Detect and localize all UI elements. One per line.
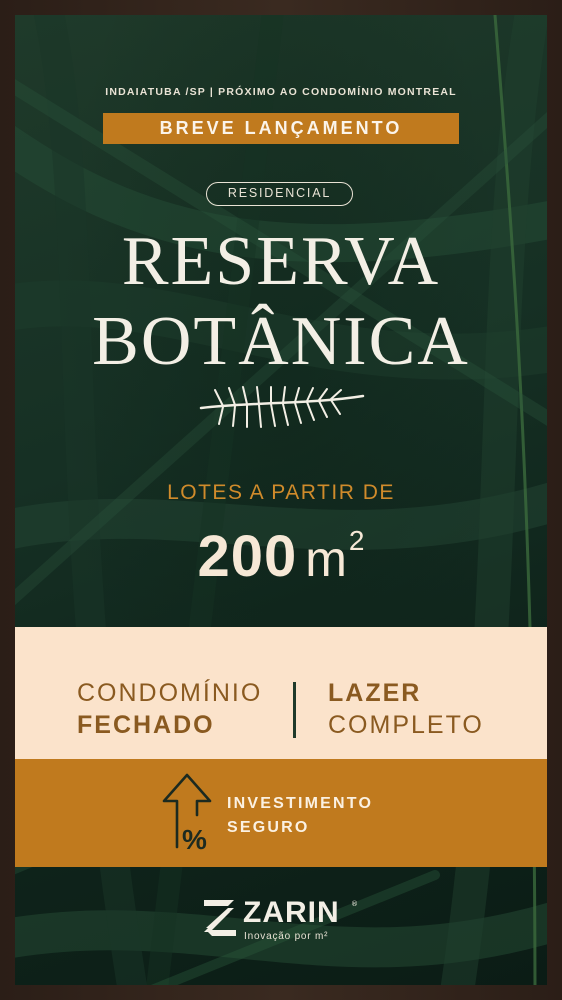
features-band: CONDOMÍNIO FECHADO LAZER COMPLETO [15,627,547,759]
feature-left-line2: FECHADO [77,711,215,739]
feature-left-line1: CONDOMÍNIO [77,679,263,707]
location-line: INDAIATUBA /SP | PRÓXIMO AO CONDOMÍNIO M… [105,86,457,98]
feature-right-line2: COMPLETO [328,711,484,739]
lots-size-unit-exponent: 2 [348,525,365,556]
title-line-1: RESERVA [121,223,441,300]
feature-right-line1: LAZER [328,679,422,707]
lots-size: 200 m2 [15,523,547,590]
arrow-up-percent-icon: % [162,773,212,851]
brand-registered: ® [351,900,358,908]
brand-name: ZARIN [243,896,340,929]
title-line-2: BOTÂNICA [92,303,470,380]
investment-text: INVESTIMENTO SEGURO [227,792,373,840]
brand-tagline: Inovação por m² [244,931,329,942]
investment-line1: INVESTIMENTO [227,795,374,812]
zarin-logo: ZARIN ® Inovação por m² [202,896,372,946]
feature-divider [293,682,296,738]
feature-condominio: CONDOMÍNIO FECHADO [77,677,262,741]
launch-badge: BREVE LANÇAMENTO [103,113,459,144]
zarin-mark-icon [204,900,236,936]
poster: INDAIATUBA /SP | PRÓXIMO AO CONDOMÍNIO M… [15,15,547,985]
svg-text:%: % [182,824,207,851]
feature-lazer: LAZER COMPLETO [328,677,484,741]
lots-size-number: 200 [197,524,298,589]
investment-band: % INVESTIMENTO SEGURO [15,759,547,867]
residencial-tag: RESIDENCIAL [206,182,353,206]
investment-line2: SEGURO [227,819,310,836]
lots-size-unit: m [305,531,347,587]
lots-intro: LOTES A PARTIR DE [167,481,395,504]
fern-icon [199,386,365,428]
